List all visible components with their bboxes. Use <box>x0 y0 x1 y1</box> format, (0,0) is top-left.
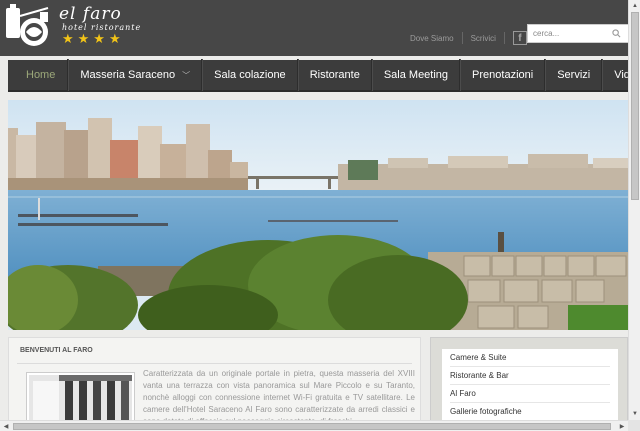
vertical-scrollbar[interactable]: ▲ ▼ <box>628 0 640 420</box>
facebook-icon[interactable]: f <box>512 31 527 45</box>
divider <box>503 32 505 44</box>
nav-item-servizi[interactable]: Servizi <box>545 59 603 91</box>
scrivici-link[interactable]: Scrivici <box>471 34 496 43</box>
scroll-right-arrow-icon[interactable]: ▶ <box>617 422 627 431</box>
hero-image <box>8 100 628 330</box>
nav-item-label: Masseria Saraceno <box>80 69 176 81</box>
vertical-scroll-thumb[interactable] <box>631 12 639 200</box>
search-icon[interactable] <box>612 29 621 38</box>
nav-item-ristorante[interactable]: Ristorante <box>297 59 372 91</box>
divider <box>17 363 412 364</box>
dove-siamo-link[interactable]: Dove Siamo <box>410 34 454 43</box>
brand-name: el faro <box>59 4 122 24</box>
nav-item-sala-colazione[interactable]: Sala colazione <box>202 59 298 91</box>
search-box <box>527 24 630 43</box>
nav-item-label: Servizi <box>557 69 591 81</box>
top-bar: el faro hotel ristorante ★★★★ Dove Siamo… <box>0 0 630 56</box>
harbor-photo <box>8 100 628 330</box>
scroll-left-arrow-icon[interactable]: ◀ <box>1 422 11 431</box>
rating-stars: ★★★★ <box>62 31 125 46</box>
nav-item-masseria-saraceno[interactable]: Masseria Saraceno ﹀ <box>68 59 203 91</box>
nav-item-label: Sala Meeting <box>383 69 449 81</box>
chevron-down-icon: ﹀ <box>182 70 191 80</box>
top-links: Dove Siamo Scrivici f <box>410 31 527 45</box>
nav-item-sala-meeting[interactable]: Sala Meeting <box>371 59 461 91</box>
horizontal-scrollbar[interactable]: ◀ ▶ <box>0 420 628 431</box>
section-title: BENVENUTI AL FARO <box>20 347 93 354</box>
site-logo[interactable]: el faro hotel ristorante ★★★★ <box>4 2 144 52</box>
divider <box>461 32 463 44</box>
nav-item-label: Home <box>26 69 56 81</box>
horizontal-scroll-thumb[interactable] <box>13 423 611 430</box>
sidebar-item-gallerie-fotografiche[interactable]: Gallerie fotografiche <box>450 403 610 421</box>
sidebar-item-ristorante-bar[interactable]: Ristorante & Bar <box>450 367 610 385</box>
nav-item-label: Ristorante <box>309 69 360 81</box>
main-nav: Home Masseria Saraceno ﹀ Sala colazione R… <box>8 59 640 92</box>
nav-item-label: Sala colazione <box>214 69 286 81</box>
lighthouse-logo-icon <box>6 4 49 46</box>
nav-item-home[interactable]: Home <box>8 59 69 91</box>
sidebar-item-camere-suite[interactable]: Camere & Suite <box>450 349 610 367</box>
sidebar: Camere & Suite Ristorante & Bar Al Faro … <box>430 337 628 431</box>
nav-item-label: Prenotazioni <box>472 69 534 81</box>
scroll-up-arrow-icon[interactable]: ▲ <box>630 1 640 11</box>
scrollbar-corner <box>628 420 640 431</box>
scroll-down-arrow-icon[interactable]: ▼ <box>630 409 640 419</box>
sidebar-item-al-faro[interactable]: Al Faro <box>450 385 610 403</box>
welcome-text: Caratterizzata da un originale portale i… <box>143 369 415 426</box>
nav-item-prenotazioni[interactable]: Prenotazioni <box>460 59 546 91</box>
sidebar-menu: Camere & Suite Ristorante & Bar Al Faro … <box>442 349 618 421</box>
welcome-section: BENVENUTI AL FARO Caratterizzata da un o… <box>8 337 421 431</box>
search-input[interactable] <box>528 29 612 38</box>
